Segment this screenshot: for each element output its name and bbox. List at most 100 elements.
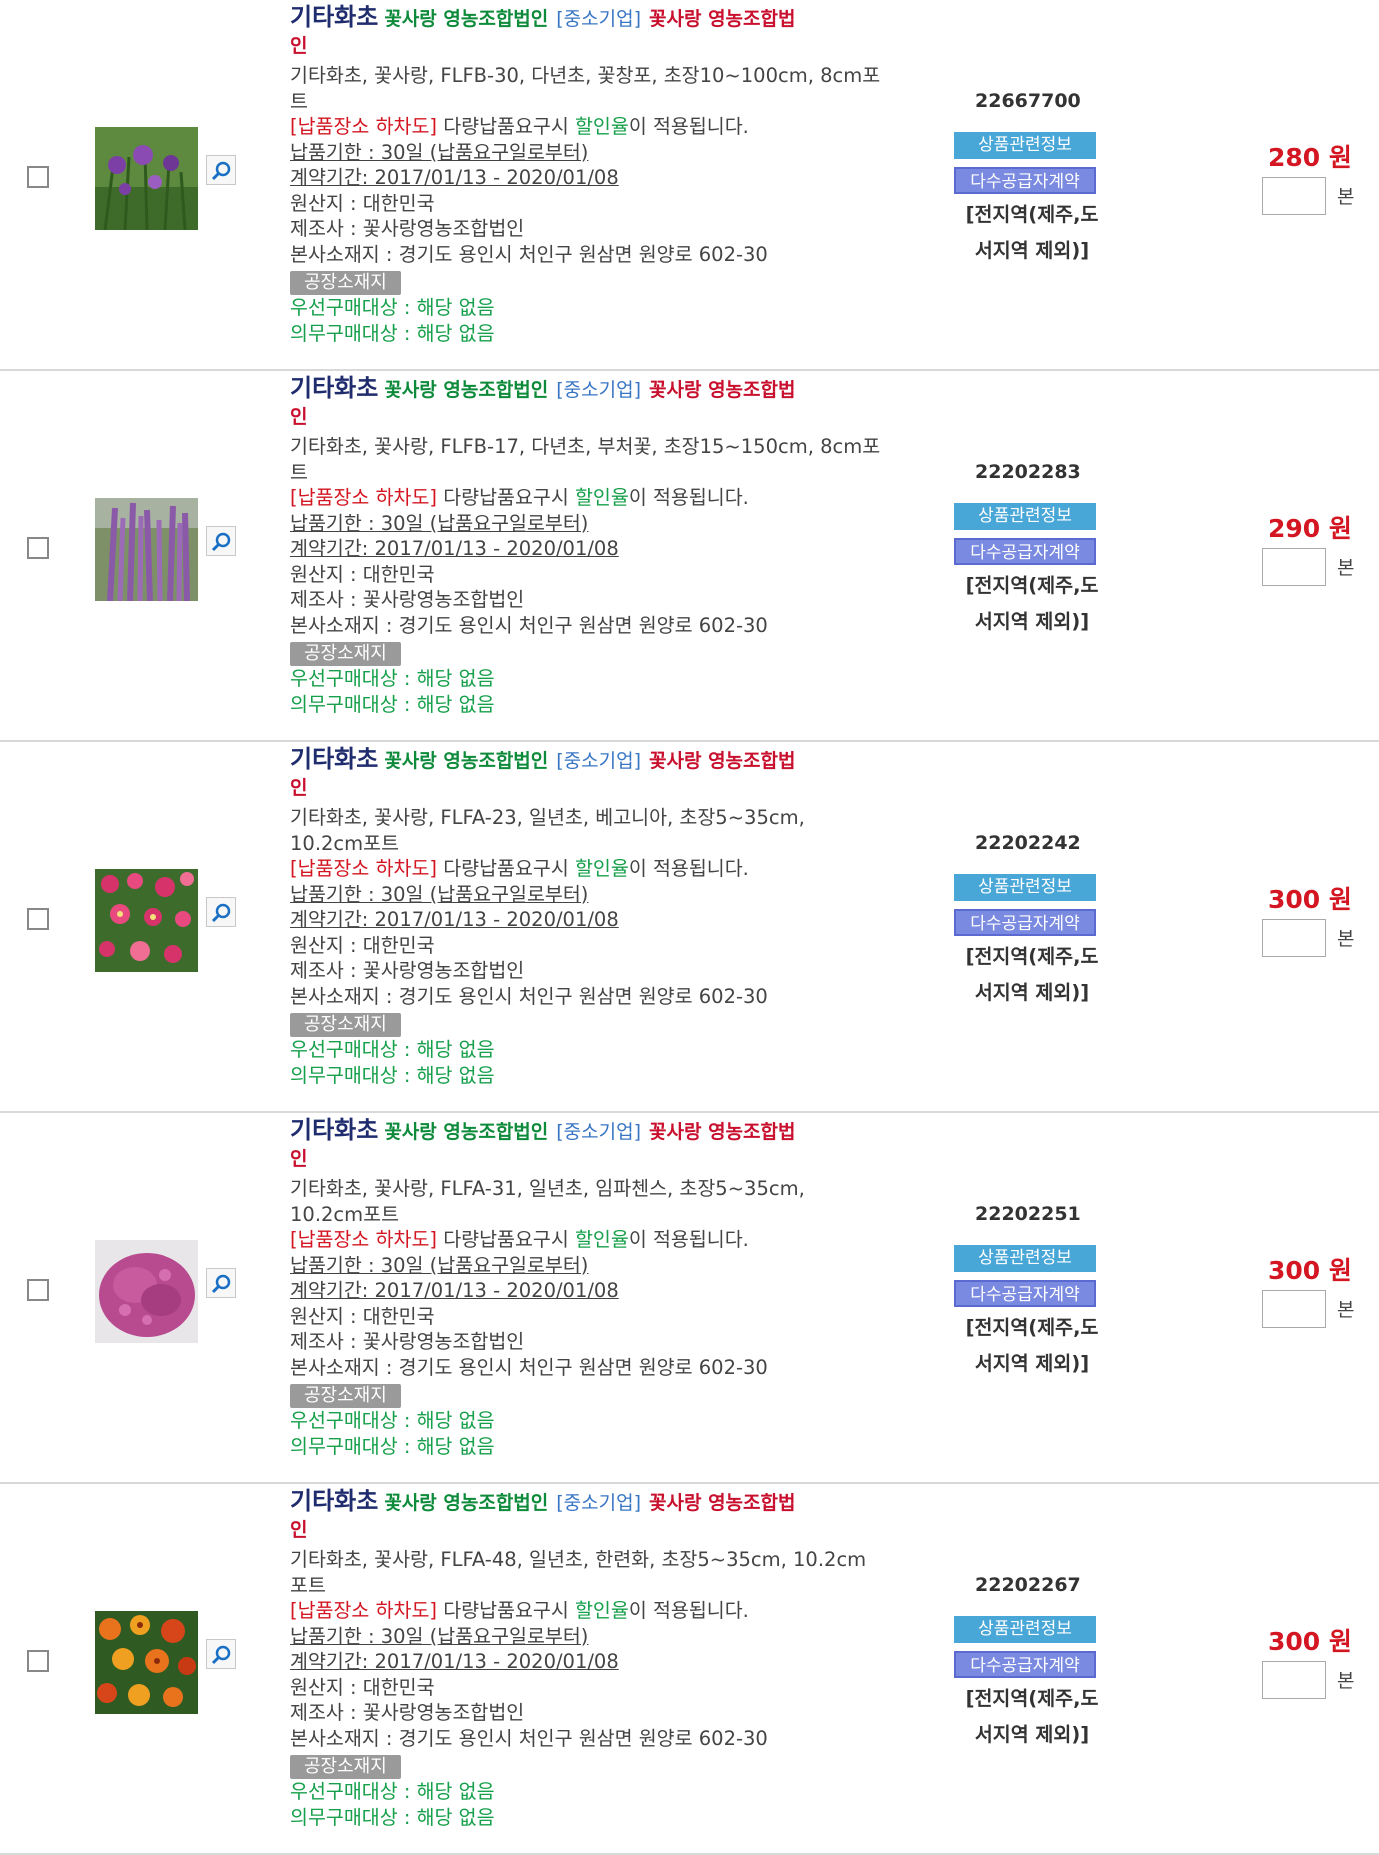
- company-name: 꽃사랑 영농조합법인: [384, 1492, 549, 1514]
- product-row: 기타화초 꽃사랑 영농조합법인 [중소기업] 꽃사랑 영농조합법 인 기타화초, 꽃사랑…: [0, 742, 1379, 1113]
- factory-location-tag[interactable]: 공장소재지: [290, 1384, 401, 1408]
- product-title[interactable]: 기타화초 꽃사랑 영농조합법인 [중소기업] 꽃사랑 영농조합법 인: [290, 375, 915, 431]
- select-checkbox[interactable]: [27, 537, 49, 559]
- product-info-button[interactable]: 상품관련정보: [954, 503, 1096, 530]
- region-line-1: [전지역(제주,도: [965, 574, 1099, 597]
- quantity-input[interactable]: [1262, 1290, 1326, 1328]
- deadline-link[interactable]: 납품기한 : 30일 (납품요구일로부터): [290, 882, 915, 908]
- category-label: 기타화초: [290, 374, 379, 402]
- company-name-red-wrap: 인: [290, 1148, 308, 1170]
- delivery-text-post: 이 적용됩니다.: [628, 1599, 749, 1622]
- factory-location-tag[interactable]: 공장소재지: [290, 1013, 401, 1037]
- multi-supplier-contract-button[interactable]: 다수공급자계약: [954, 167, 1096, 194]
- priority-purchase: 우선구매대상 : 해당 없음: [290, 1409, 495, 1432]
- company-name: 꽃사랑 영농조합법인: [384, 1121, 549, 1143]
- sme-badge: [중소기업]: [556, 1121, 642, 1143]
- region-line-2: 서지역 제외)]: [974, 981, 1090, 1004]
- company-name-red: 꽃사랑 영농조합법: [649, 8, 796, 30]
- origin-text: 원산지 : 대한민국: [290, 1675, 435, 1699]
- product-info: 기타화초 꽃사랑 영농조합법인 [중소기업] 꽃사랑 영농조합법 인 기타화초, 꽃사랑…: [290, 1488, 915, 1831]
- product-title[interactable]: 기타화초 꽃사랑 영농조합법인 [중소기업] 꽃사랑 영농조합법 인: [290, 4, 915, 60]
- product-image[interactable]: [95, 1611, 198, 1714]
- multi-supplier-contract-button[interactable]: 다수공급자계약: [954, 909, 1096, 936]
- zoom-button[interactable]: [206, 1268, 236, 1298]
- deadline-link[interactable]: 납품기한 : 30일 (납품요구일로부터): [290, 1253, 915, 1279]
- product-code: 22202242: [975, 832, 1081, 854]
- delivery-note: [납품장소 하차도] 다량납품요구시 할인율이 적용됩니다.: [290, 485, 915, 511]
- delivery-text-pre: 다량납품요구시: [437, 1228, 575, 1251]
- sme-badge: [중소기업]: [556, 379, 642, 401]
- select-checkbox[interactable]: [27, 166, 49, 188]
- company-name: 꽃사랑 영농조합법인: [384, 379, 549, 401]
- zoom-button[interactable]: [206, 1639, 236, 1669]
- discount-word: 할인율: [574, 1599, 629, 1622]
- deadline-link[interactable]: 납품기한 : 30일 (납품요구일로부터): [290, 140, 915, 166]
- quantity-input[interactable]: [1262, 177, 1326, 215]
- maker-text: 제조사 : 꽃사랑영농조합법인: [290, 217, 525, 240]
- region-line-1: [전지역(제주,도: [965, 1316, 1099, 1339]
- region-line-2: 서지역 제외)]: [974, 1352, 1090, 1375]
- delivery-note: [납품장소 하차도] 다량납품요구시 할인율이 적용됩니다.: [290, 856, 915, 882]
- maker-text: 제조사 : 꽃사랑영농조합법인: [290, 959, 525, 982]
- product-image[interactable]: [95, 1240, 198, 1343]
- quantity-input[interactable]: [1262, 1661, 1326, 1699]
- factory-location-tag[interactable]: 공장소재지: [290, 271, 401, 295]
- multi-supplier-contract-button[interactable]: 다수공급자계약: [954, 1651, 1096, 1678]
- product-info-button[interactable]: 상품관련정보: [954, 132, 1096, 159]
- unit-price: 300 원: [1268, 1256, 1352, 1285]
- product-info-button[interactable]: 상품관련정보: [954, 1245, 1096, 1272]
- zoom-button[interactable]: [206, 155, 236, 185]
- zoom-button[interactable]: [206, 897, 236, 927]
- company-name-red: 꽃사랑 영농조합법: [649, 1492, 796, 1514]
- magnifier-icon: [211, 161, 231, 181]
- delivery-text-post: 이 적용됩니다.: [628, 857, 749, 880]
- product-image[interactable]: [95, 869, 198, 972]
- discount-word: 할인율: [574, 857, 629, 880]
- region-line-1: [전지역(제주,도: [965, 1687, 1099, 1710]
- region-line-1: [전지역(제주,도: [965, 203, 1099, 226]
- product-info-button[interactable]: 상품관련정보: [954, 874, 1096, 901]
- maker-text: 제조사 : 꽃사랑영농조합법인: [290, 1330, 525, 1353]
- quantity-input[interactable]: [1262, 919, 1326, 957]
- deadline-link[interactable]: 납품기한 : 30일 (납품요구일로부터): [290, 1624, 915, 1650]
- hq-address: 본사소재지 : 경기도 용인시 처인구 원삼면 원양로 602-30: [290, 984, 768, 1008]
- region-line-2: 서지역 제외)]: [974, 1723, 1090, 1746]
- company-name-red-wrap: 인: [290, 35, 308, 57]
- magnifier-icon: [211, 1645, 231, 1665]
- multi-supplier-contract-button[interactable]: 다수공급자계약: [954, 1280, 1096, 1307]
- contract-period-link[interactable]: 계약기간: 2017/01/13 - 2020/01/08: [290, 536, 915, 562]
- region-line-1: [전지역(제주,도: [965, 945, 1099, 968]
- contract-period-link[interactable]: 계약기간: 2017/01/13 - 2020/01/08: [290, 1278, 915, 1304]
- magnifier-icon: [211, 903, 231, 923]
- spec-line: 기타화초, 꽃사랑, FLFA-31, 일년초, 임파첸스, 초장5~35cm,: [290, 1177, 805, 1200]
- product-row: 기타화초 꽃사랑 영농조합법인 [중소기업] 꽃사랑 영농조합법 인 기타화초, 꽃사랑…: [0, 1484, 1379, 1855]
- priority-purchase: 우선구매대상 : 해당 없음: [290, 1038, 495, 1061]
- product-title[interactable]: 기타화초 꽃사랑 영농조합법인 [중소기업] 꽃사랑 영농조합법 인: [290, 746, 915, 802]
- product-image[interactable]: [95, 127, 198, 230]
- product-title[interactable]: 기타화초 꽃사랑 영농조합법인 [중소기업] 꽃사랑 영농조합법 인: [290, 1117, 915, 1173]
- product-info-button[interactable]: 상품관련정보: [954, 1616, 1096, 1643]
- factory-location-tag[interactable]: 공장소재지: [290, 642, 401, 666]
- contract-period-link[interactable]: 계약기간: 2017/01/13 - 2020/01/08: [290, 1649, 915, 1675]
- delivery-region: [전지역(제주,도서지역 제외)]: [947, 1310, 1117, 1382]
- product-image[interactable]: [95, 498, 198, 601]
- contract-period-link[interactable]: 계약기간: 2017/01/13 - 2020/01/08: [290, 165, 915, 191]
- unit-price: 280 원: [1268, 143, 1352, 172]
- contract-period-link[interactable]: 계약기간: 2017/01/13 - 2020/01/08: [290, 907, 915, 933]
- region-line-2: 서지역 제외)]: [974, 239, 1090, 262]
- factory-location-tag[interactable]: 공장소재지: [290, 1755, 401, 1779]
- multi-supplier-contract-button[interactable]: 다수공급자계약: [954, 538, 1096, 565]
- product-info: 기타화초 꽃사랑 영농조합법인 [중소기업] 꽃사랑 영농조합법 인 기타화초, 꽃사랑…: [290, 4, 915, 347]
- select-checkbox[interactable]: [27, 1279, 49, 1301]
- product-row: 기타화초 꽃사랑 영농조합법인 [중소기업] 꽃사랑 영농조합법 인 기타화초, 꽃사랑…: [0, 371, 1379, 742]
- deadline-link[interactable]: 납품기한 : 30일 (납품요구일로부터): [290, 511, 915, 537]
- product-row: 기타화초 꽃사랑 영농조합법인 [중소기업] 꽃사랑 영농조합법 인 기타화초, 꽃사랑…: [0, 0, 1379, 371]
- delivery-text-post: 이 적용됩니다.: [628, 486, 749, 509]
- unit-label: 본: [1337, 557, 1355, 579]
- spec-line-wrap: 10.2cm포트: [290, 831, 400, 855]
- select-checkbox[interactable]: [27, 908, 49, 930]
- quantity-input[interactable]: [1262, 548, 1326, 586]
- product-title[interactable]: 기타화초 꽃사랑 영농조합법인 [중소기업] 꽃사랑 영농조합법 인: [290, 1488, 915, 1544]
- zoom-button[interactable]: [206, 526, 236, 556]
- select-checkbox[interactable]: [27, 1650, 49, 1672]
